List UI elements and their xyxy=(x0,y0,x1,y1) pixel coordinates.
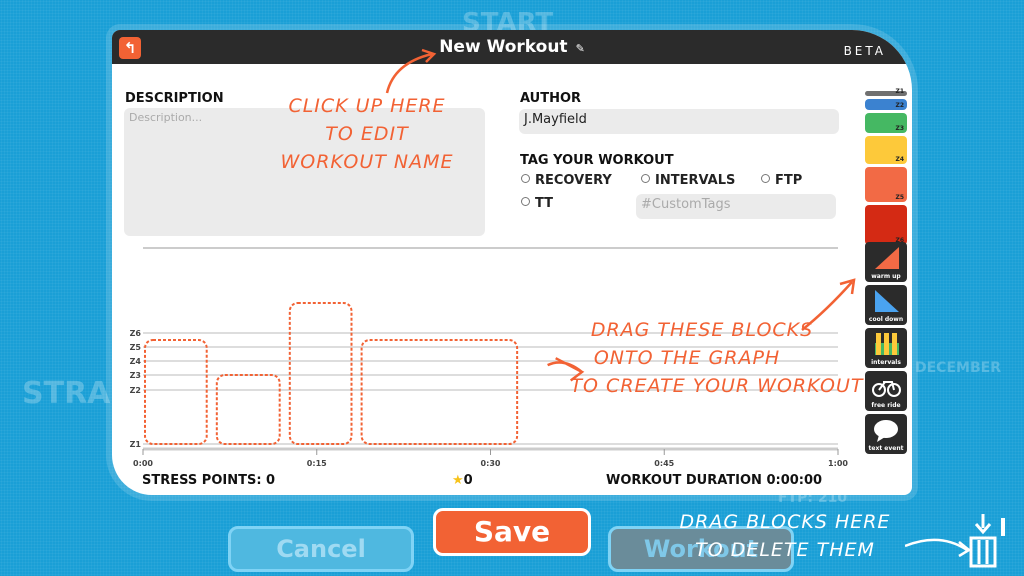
cancel-button[interactable]: Cancel xyxy=(228,526,414,572)
intervals-block[interactable]: intervals xyxy=(865,328,907,368)
zone-block-z5[interactable]: Z5 xyxy=(865,167,907,202)
x-tick-label: 0:15 xyxy=(307,459,327,468)
zone-block-z1[interactable]: Z1 xyxy=(865,89,907,96)
cool-down-block[interactable]: cool down xyxy=(865,285,907,325)
workout-editor-panel: ↰ New Workout ✎ BETA DESCRIPTION Descript… xyxy=(112,30,912,495)
y-tick-label: Z5 xyxy=(130,343,142,352)
save-button[interactable]: Save xyxy=(433,508,591,556)
stress-points: STRESS POINTS: 0 xyxy=(142,473,276,488)
placeholder-block xyxy=(215,374,281,445)
stars: ★0 xyxy=(452,473,473,488)
cool-down-ramp-icon xyxy=(865,285,907,316)
trash-icon[interactable] xyxy=(905,512,1015,572)
placeholder-block xyxy=(144,339,208,445)
bg-stra: STRA xyxy=(22,376,111,411)
x-tick-label: 0:00 xyxy=(133,459,153,468)
tool-label: text event xyxy=(868,445,904,452)
delete-hint: DRAG BLOCKS HERE TO DELETE THEM xyxy=(660,508,910,564)
free-ride-block[interactable]: free ride xyxy=(865,371,907,411)
workout-duration: WORKOUT DURATION 0:00:00 xyxy=(606,473,823,488)
zone-block-z4[interactable]: Z4 xyxy=(865,136,907,164)
y-tick-label: Z1 xyxy=(130,440,142,449)
zone-block-z6[interactable]: Z6 xyxy=(865,205,907,245)
intervals-icon xyxy=(865,328,907,359)
zone-block-z2[interactable]: Z2 xyxy=(865,99,907,110)
tool-label: intervals xyxy=(871,359,901,366)
speech-bubble-icon xyxy=(865,414,907,445)
y-tick-label: Z3 xyxy=(130,371,141,380)
tool-label: warm up xyxy=(871,273,901,280)
y-tick-label: Z2 xyxy=(130,386,141,395)
zone-block-z3[interactable]: Z3 xyxy=(865,113,907,133)
y-tick-label: Z6 xyxy=(130,329,142,338)
warm-up-ramp-icon xyxy=(865,242,907,273)
placeholder-block xyxy=(288,302,353,445)
hint-line: DRAG BLOCKS HERE xyxy=(679,511,891,533)
x-tick-label: 0:30 xyxy=(481,459,501,468)
x-tick-label: 1:00 xyxy=(828,459,848,468)
warm-up-block[interactable]: warm up xyxy=(865,242,907,282)
tool-label: free ride xyxy=(871,402,901,409)
star-count: 0 xyxy=(463,473,473,488)
bg-december: DECEMBER xyxy=(915,360,1001,376)
hint-line: TO DELETE THEM xyxy=(695,539,875,561)
workout-graph[interactable]: Z1 Z2 Z3 Z4 Z5 Z6 0:00 0:15 0:30 0:45 1:00 xyxy=(112,30,872,470)
star-icon: ★ xyxy=(452,473,464,488)
bicycle-icon xyxy=(865,371,907,402)
text-event-block[interactable]: text event xyxy=(865,414,907,454)
x-tick-label: 0:45 xyxy=(654,459,674,468)
hint-arrows xyxy=(547,278,856,382)
tool-label: cool down xyxy=(868,316,904,323)
y-tick-label: Z4 xyxy=(130,357,142,366)
